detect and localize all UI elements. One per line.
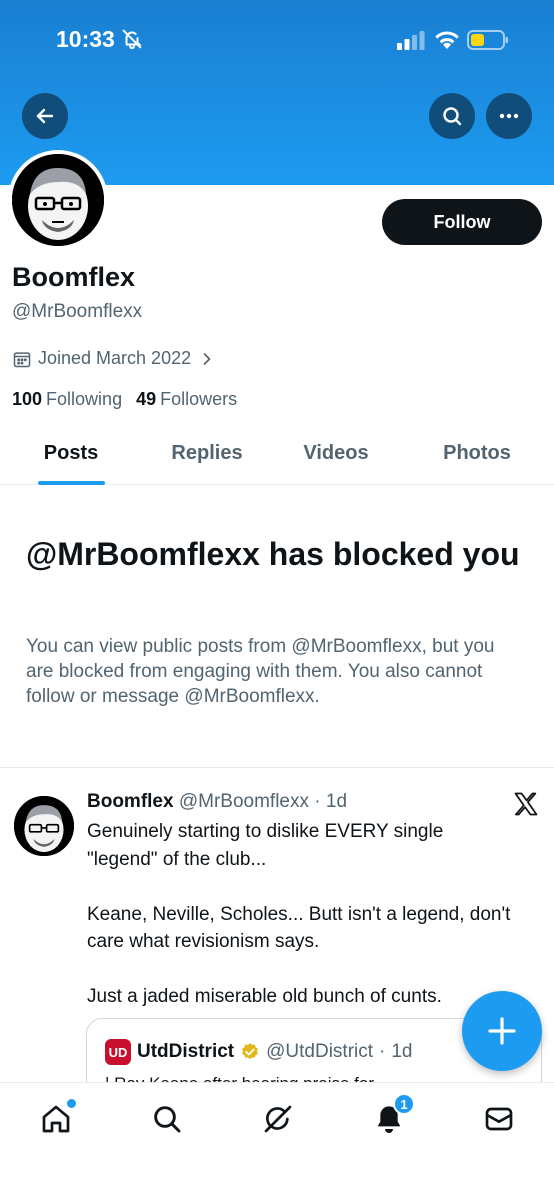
follow-counts: 100 Following 49 Followers <box>12 389 237 410</box>
bottom-navigation: 1 <box>0 1082 554 1200</box>
grok-icon <box>264 1105 292 1133</box>
wifi-icon <box>435 31 459 49</box>
quote-author-name: UtdDistrict <box>137 1041 235 1062</box>
nav-search[interactable] <box>147 1099 187 1139</box>
home-unread-dot <box>67 1099 76 1108</box>
meta-separator: · <box>309 791 326 812</box>
post-line: Genuinely starting to dislike EVERY sing… <box>87 821 444 870</box>
battery-icon <box>467 30 508 50</box>
post-line: Keane, Neville, Scholes... Butt isn't a … <box>87 903 511 953</box>
blocked-title: @MrBoomflexx has blocked you <box>26 536 520 572</box>
blocked-description: You can view public posts from @MrBoomfl… <box>26 636 495 707</box>
post-paragraph-gap <box>87 873 517 901</box>
post-header: Boomflex @MrBoomflexx · 1d <box>87 791 347 813</box>
meta-separator: · <box>379 1041 386 1062</box>
quote-author-handle: @UtdDistrict <box>266 1041 374 1062</box>
tab-replies[interactable]: Replies <box>171 442 242 465</box>
search-icon <box>154 1106 181 1133</box>
arrow-left-icon <box>36 108 54 124</box>
following-link[interactable]: 100 Following <box>12 389 122 410</box>
signal-icon <box>397 31 425 50</box>
nav-grok[interactable] <box>258 1099 298 1139</box>
nav-messages[interactable] <box>479 1099 519 1139</box>
following-label: Following <box>46 389 123 409</box>
post-text: Genuinely starting to dislike EVERY sing… <box>87 818 517 1011</box>
followers-count: 49 <box>136 389 157 409</box>
post-avatar[interactable] <box>12 794 76 858</box>
plus-icon <box>488 1017 516 1045</box>
section-divider <box>0 767 554 768</box>
active-tab-indicator <box>38 481 105 485</box>
utddistrict-logo: UD <box>105 1039 131 1065</box>
profile-display-name: Boomflex <box>12 262 136 292</box>
chevron-right-icon <box>203 352 211 365</box>
nav-notifications[interactable]: 1 <box>369 1093 415 1139</box>
status-time: 10:33 <box>56 26 115 52</box>
follow-button[interactable]: Follow <box>382 199 542 245</box>
following-count: 100 <box>12 389 43 409</box>
tab-posts[interactable]: Posts <box>44 442 98 465</box>
profile-avatar[interactable] <box>8 150 108 250</box>
x-logo-icon[interactable] <box>511 790 541 818</box>
joined-label: Joined March 2022 <box>38 348 192 368</box>
joined-date[interactable]: Joined March 2022 <box>12 348 217 369</box>
post-author-name[interactable]: Boomflex <box>87 791 174 812</box>
tab-videos[interactable]: Videos <box>303 442 368 465</box>
post-line: Just a jaded miserable old bunch of cunt… <box>87 986 442 1007</box>
profile-handle: @MrBoomflexx <box>12 301 143 322</box>
messages-icon <box>485 1107 513 1131</box>
avatar-cartoon <box>12 154 104 246</box>
post-author-handle[interactable]: @MrBoomflexx <box>179 791 309 812</box>
more-button[interactable] <box>486 93 532 139</box>
quote-time: 1d <box>391 1041 413 1062</box>
avatar-cartoon <box>14 796 74 856</box>
post-paragraph-gap <box>87 956 517 984</box>
calendar-icon <box>13 351 31 367</box>
profile-tabs: Posts Replies Videos Photos <box>0 425 554 485</box>
compose-post-button[interactable] <box>462 991 542 1071</box>
notifications-badge: 1 <box>393 1093 415 1115</box>
quote-header: UD UtdDistrict @UtdDistrict · 1d <box>105 1039 413 1065</box>
followers-link[interactable]: 49 Followers <box>136 389 237 410</box>
tab-photos[interactable]: Photos <box>443 442 511 465</box>
post-time: 1d <box>325 791 348 812</box>
verified-badge-icon <box>242 1043 259 1060</box>
back-button[interactable] <box>22 93 68 139</box>
muted-bell-icon <box>122 29 142 50</box>
nav-home[interactable] <box>36 1099 76 1139</box>
search-button[interactable] <box>429 93 475 139</box>
more-dots-icon <box>499 113 519 119</box>
home-icon <box>42 1105 70 1133</box>
search-icon <box>443 107 462 126</box>
followers-label: Followers <box>160 389 238 409</box>
